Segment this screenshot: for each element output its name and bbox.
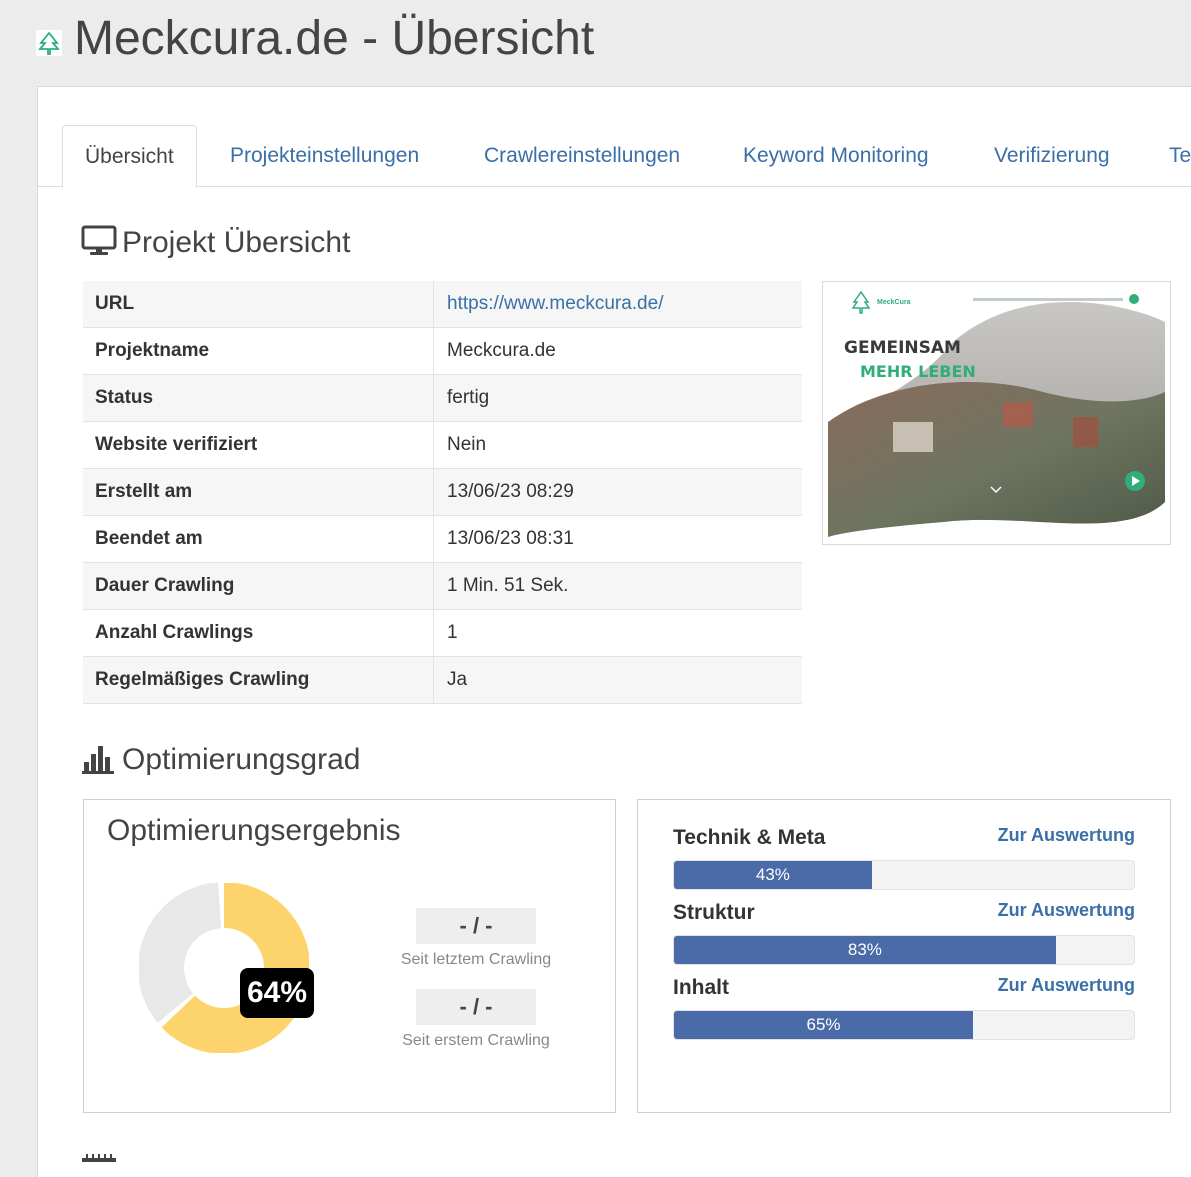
since-first-crawling-caption: Seit erstem Crawling: [402, 1032, 550, 1049]
row-value-beendet: 13/06/23 08:31: [447, 528, 574, 549]
table-row: Status fertig: [83, 375, 802, 422]
page-header: Meckcura.de - Übersicht: [0, 0, 1191, 86]
optimization-metrics-card: Technik & Meta Zur Auswertung 43% Strukt…: [637, 799, 1171, 1113]
since-last-crawling-caption: Seit letztem Crawling: [400, 951, 552, 968]
optimization-percent-badge: 64%: [240, 968, 314, 1018]
row-label-verifiziert: Website verifiziert: [95, 434, 258, 455]
technik-progress-bar: 43%: [673, 860, 1135, 890]
overview-title: Projekt Übersicht: [122, 226, 351, 259]
website-screenshot-thumbnail[interactable]: MeckCura GEMEINSAM MEHR LEBEN: [822, 281, 1171, 545]
table-row: Regelmäßiges Crawling Ja: [83, 657, 802, 704]
row-value-regelmaessig: Ja: [447, 669, 468, 690]
struktur-auswertung-link[interactable]: Zur Auswertung: [998, 900, 1135, 921]
row-label-erstellt: Erstellt am: [95, 481, 193, 502]
row-value-dauer: 1 Min. 51 Sek.: [447, 575, 569, 596]
metric-label-technik: Technik & Meta: [673, 826, 826, 849]
struktur-progress-fill: 83%: [674, 936, 1056, 964]
table-row: Website verifiziert Nein: [83, 422, 802, 469]
row-value-verifiziert: Nein: [447, 434, 487, 455]
tab-crawlereinstellungen[interactable]: Crawlereinstellungen: [484, 125, 680, 185]
since-first-crawling-value: - / -: [416, 989, 536, 1025]
row-value-erstellt: 13/06/23 08:29: [447, 481, 574, 502]
table-row: URL https://www.meckcura.de/: [83, 281, 802, 328]
table-row: Anzahl Crawlings 1: [83, 610, 802, 657]
row-label-beendet: Beendet am: [95, 528, 203, 549]
row-label-url: URL: [95, 293, 135, 314]
project-info-table: URL https://www.meckcura.de/ Projektname…: [83, 281, 802, 704]
optimization-result-card: Optimierungsergebnis 64% - / - Seit letz…: [83, 799, 616, 1113]
row-label-regelmaessig: Regelmäßiges Crawling: [95, 669, 310, 690]
row-label-anzahl: Anzahl Crawlings: [95, 622, 254, 643]
main-panel: Übersicht Projekteinstellungen Crawlerei…: [37, 86, 1191, 1177]
technik-progress-fill: 43%: [674, 861, 872, 889]
thumb-brand: MeckCura: [877, 299, 911, 306]
next-section-icon: [82, 1154, 116, 1162]
monitor-icon: [81, 225, 117, 255]
meckcura-tree-logo-icon: [36, 30, 62, 56]
row-value-status: fertig: [447, 387, 490, 408]
page-title: Meckcura.de - Übersicht: [74, 12, 595, 65]
result-card-title: Optimierungsergebnis: [107, 814, 401, 847]
project-url-link[interactable]: https://www.meckcura.de/: [447, 281, 663, 327]
table-row: Erstellt am 13/06/23 08:29: [83, 469, 802, 516]
table-row: Projektname Meckcura.de: [83, 328, 802, 375]
since-last-crawling-value: - / -: [416, 908, 536, 944]
row-value-projektname: Meckcura.de: [447, 340, 556, 361]
row-value-anzahl: 1: [447, 622, 458, 643]
row-label-projektname: Projektname: [95, 340, 210, 361]
donut-segment-remaining: [139, 883, 223, 1023]
bar-chart-icon: [82, 746, 114, 774]
metric-label-inhalt: Inhalt: [673, 976, 729, 999]
website-preview-image: MeckCura GEMEINSAM MEHR LEBEN: [828, 287, 1165, 539]
tab-uebersicht[interactable]: Übersicht: [62, 125, 197, 188]
table-row: Dauer Crawling 1 Min. 51 Sek.: [83, 563, 802, 610]
tab-bar: Übersicht Projekteinstellungen Crawlerei…: [38, 125, 1191, 188]
inhalt-progress-fill: 65%: [674, 1011, 973, 1039]
inhalt-auswertung-link[interactable]: Zur Auswertung: [998, 975, 1135, 996]
technik-auswertung-link[interactable]: Zur Auswertung: [998, 825, 1135, 846]
thumb-headline-2: MEHR LEBEN: [860, 362, 976, 381]
struktur-progress-bar: 83%: [673, 935, 1135, 965]
optimization-title: Optimierungsgrad: [122, 743, 361, 776]
tab-more[interactable]: Te: [1169, 125, 1191, 185]
table-row: Beendet am 13/06/23 08:31: [83, 516, 802, 563]
tab-verifizierung[interactable]: Verifizierung: [994, 125, 1110, 185]
tab-keyword-monitoring[interactable]: Keyword Monitoring: [743, 125, 929, 185]
row-label-dauer: Dauer Crawling: [95, 575, 235, 596]
tab-projekteinstellungen[interactable]: Projekteinstellungen: [230, 125, 419, 185]
inhalt-progress-bar: 65%: [673, 1010, 1135, 1040]
metric-label-struktur: Struktur: [673, 901, 755, 924]
row-label-status: Status: [95, 387, 154, 408]
thumb-headline-1: GEMEINSAM: [844, 338, 961, 358]
